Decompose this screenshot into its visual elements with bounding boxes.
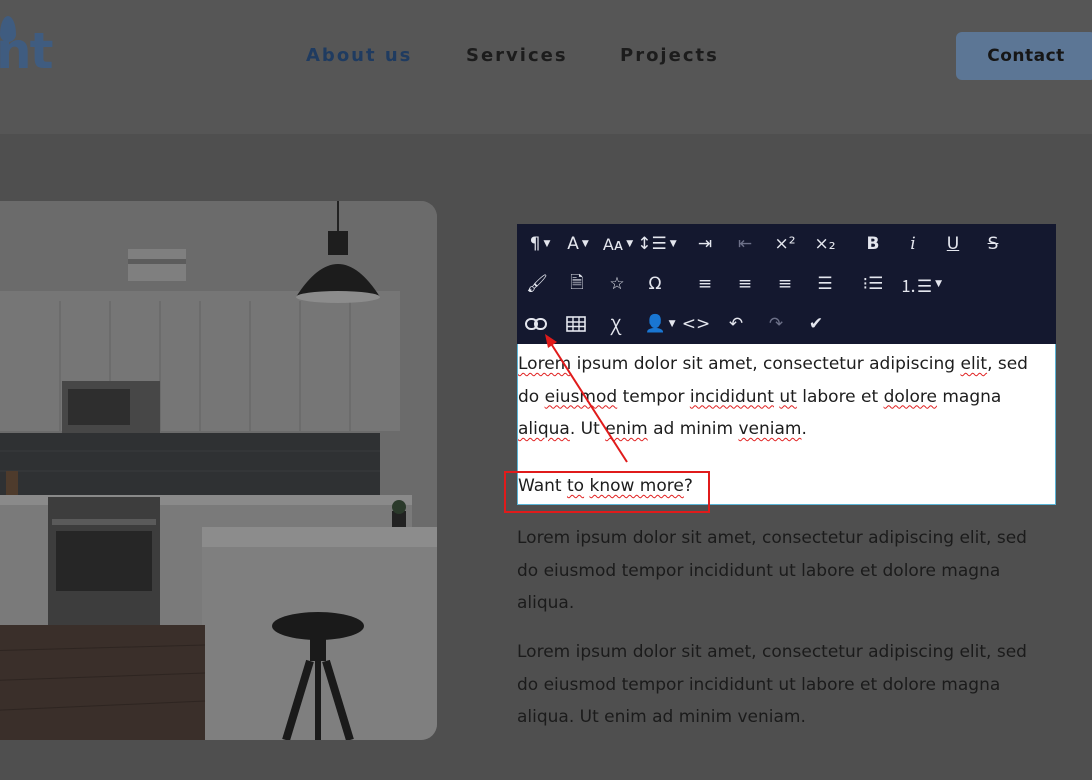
text-run: . Ut [569,419,606,439]
body-paragraph-2: Lorem ipsum dolor sit amet, consectetur … [517,636,1057,734]
spell-word: incididunt [689,386,774,407]
kitchen-photo [0,201,437,740]
paint-brush-icon[interactable]: 🖌 [525,270,549,298]
bulleted-list-icon[interactable]: ⁝☰ [861,270,885,298]
special-characters-icon[interactable]: Ω [643,270,667,298]
spell-word: Lorem [518,354,572,374]
subscript-icon[interactable]: ×₂ [813,230,837,258]
spell-word: dolore [883,386,937,407]
editor-paragraph[interactable]: Lorem ipsum dolor sit amet, consectetur … [518,348,1048,446]
undo-icon[interactable]: ↶ [723,310,749,338]
insert-table-icon[interactable] [563,310,589,338]
paragraph-line: do eiusmod tempor incididunt ut labore e… [517,560,1001,581]
user-placeholder-icon[interactable]: 👤 ▼ [643,310,677,338]
text-run: , sed [987,354,1028,374]
text-run: do [518,386,545,407]
strikethrough-icon[interactable]: S [981,230,1005,258]
highlight-annotation-box [504,471,710,513]
italic-icon[interactable]: i [901,230,925,258]
text-run: . [801,419,807,439]
text-run: ipsum dolor sit amet, consectetur adipis… [571,354,961,374]
nav-projects[interactable]: Projects [620,45,719,66]
paragraph-format-icon[interactable]: ¶ ▼ [525,230,555,258]
align-center-icon[interactable]: ≡ [733,270,757,298]
paragraph-line: Lorem ipsum dolor sit amet, consectetur … [517,528,1027,548]
align-right-icon[interactable]: ≡ [773,270,797,298]
paragraph-line: aliqua. [517,593,575,613]
body-paragraph-1: Lorem ipsum dolor sit amet, consectetur … [517,522,1057,620]
align-justify-icon[interactable]: ☰ [813,270,837,298]
text-run: magna [936,386,1002,407]
code-view-icon[interactable]: <> [682,310,711,338]
spell-word: elit [960,354,988,374]
clear-formatting-icon[interactable]: Ꭓ [603,310,629,338]
nav-about-us[interactable]: About us [306,45,412,66]
save-check-icon[interactable]: ✔ [803,310,829,338]
paragraph-line: aliqua. Ut enim ad minim veniam. [517,707,806,727]
nav-services[interactable]: Services [466,45,568,66]
contact-button[interactable]: Contact [956,32,1092,80]
text-run: ad minim [647,419,739,439]
text-run: tempor [617,386,690,407]
rich-text-toolbar: ¶ ▼ A ▼ Aᴀ ▼ ↕☰ ▼ ⇥ ⇤ ×² ×₂ B i U S 🖌 🗎 ☆ Ω … [517,224,1056,344]
superscript-icon[interactable]: ×² [773,230,797,258]
bold-icon[interactable]: B [861,230,885,258]
font-size-icon[interactable]: Aᴀ ▼ [601,230,635,258]
spell-word: aliqua [518,419,570,439]
line-height-icon[interactable]: ↕☰ ▼ [637,230,676,258]
site-header: nt About us Services Projects Contact [0,0,1092,134]
paragraph-line: Lorem ipsum dolor sit amet, consectetur … [517,642,1027,662]
emoticons-icon[interactable]: ☆ [605,270,629,298]
spell-word: eiusmod [544,386,618,407]
paragraph-line: do eiusmod tempor incididunt ut labore e… [517,674,1001,695]
logo[interactable]: nt [0,22,53,80]
insert-link-icon[interactable] [523,310,549,338]
spell-word: veniam [738,419,802,439]
align-left-icon[interactable]: ≡ [693,270,717,298]
numbered-list-icon[interactable]: ⒈☰ ▼ [899,270,943,298]
text-run: labore et [796,386,884,407]
indent-icon[interactable]: ⇥ [693,230,717,258]
spell-word: ut [779,386,797,407]
font-family-icon[interactable]: A ▼ [563,230,593,258]
insert-file-icon[interactable]: 🗎 [565,270,589,298]
spell-word: enim [605,419,648,439]
underline-icon[interactable]: U [941,230,965,258]
redo-icon[interactable]: ↷ [763,310,789,338]
outdent-icon[interactable]: ⇤ [733,230,757,258]
